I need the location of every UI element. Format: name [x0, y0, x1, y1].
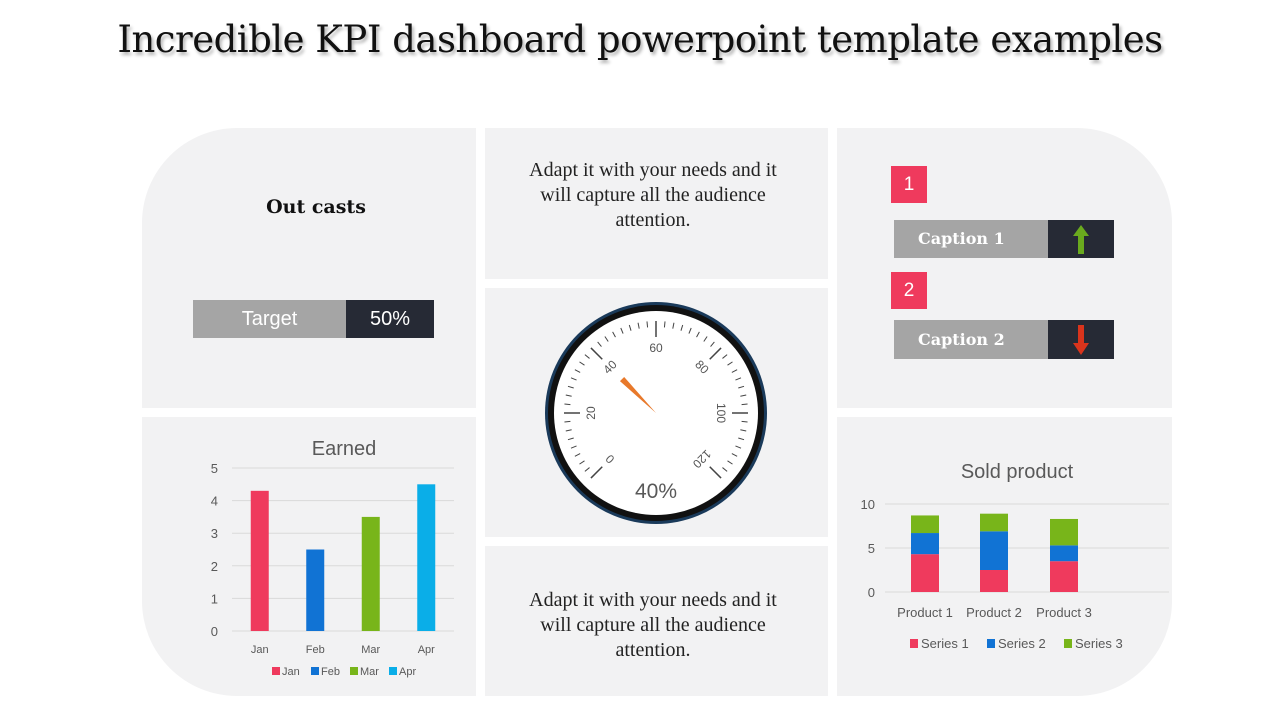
x-tick-label: Apr [418, 644, 435, 656]
chart-title: Earned [312, 438, 377, 460]
gauge-tick-label: 100 [714, 403, 728, 423]
legend-swatch [311, 667, 319, 675]
bar-jan [250, 490, 269, 631]
sold-product-chart: Sold product 0 5 10 Product 1 Product 2 Produc… [861, 461, 1169, 651]
caption-label-1: Caption 1 [894, 220, 1048, 258]
legend-label: Jan [282, 666, 300, 678]
bar-segment-series-2 [911, 533, 939, 555]
y-tick-label: 10 [861, 497, 875, 512]
x-tick-label: Product 1 [897, 605, 953, 620]
bar-segment-series-1 [1050, 561, 1078, 592]
target-value: 50% [346, 300, 434, 338]
text-bottom: Adapt it with your needs and it will cap… [529, 589, 777, 661]
dashboard: Out casts Target 50% Earned 0 1 2 3 4 5 Jan Feb M… [142, 128, 1172, 696]
legend-label: Feb [321, 666, 340, 678]
bar-feb [306, 549, 325, 631]
chart-title: Sold product [961, 461, 1074, 483]
legend-label: Series 3 [1075, 636, 1123, 651]
gauge-tick [663, 321, 666, 328]
earned-chart-panel: Earned 0 1 2 3 4 5 Jan Feb Mar Apr Jan Feb Mar Apr [142, 417, 476, 696]
legend-swatch [389, 667, 397, 675]
outcasts-heading: Out casts [266, 196, 366, 218]
bar-segment-series-1 [911, 554, 939, 592]
legend-swatch [272, 667, 280, 675]
earned-chart: Earned 0 1 2 3 4 5 Jan Feb Mar Apr Jan Feb Mar Apr [211, 438, 454, 678]
sold-chart-panel: Sold product 0 5 10 Product 1 Product 2 Produc… [837, 417, 1172, 696]
bar-segment-series-2 [1050, 545, 1078, 562]
bar-mar [361, 516, 380, 631]
legend-label: Series 2 [998, 636, 1046, 651]
legend-swatch [350, 667, 358, 675]
legend-swatch [1064, 639, 1072, 648]
y-tick-label: 2 [211, 559, 218, 574]
gauge-tick [741, 420, 748, 423]
caption-arrow-box-1 [1048, 220, 1114, 258]
gauge-tick [564, 420, 571, 423]
gauge: 02040608010012040% [545, 302, 767, 524]
page-title: Incredible KPI dashboard powerpoint temp… [117, 18, 1163, 61]
bar-segment-series-3 [911, 515, 939, 534]
y-tick-label: 0 [211, 624, 218, 639]
caption-number-1: 1 [891, 166, 927, 203]
legend-swatch [910, 639, 918, 648]
arrow-down-icon [1073, 325, 1089, 355]
gauge-panel: 0 20 40 60 80 100 120 40% [485, 288, 828, 537]
legend-swatch [987, 639, 995, 648]
x-tick-label: Product 2 [966, 605, 1022, 620]
text-panel-bottom: Adapt it with your needs and it will cap… [485, 546, 828, 696]
gauge-tick-label: 20 [584, 406, 598, 420]
y-tick-label: 5 [868, 541, 875, 556]
bar-segment-series-1 [980, 570, 1008, 592]
legend-label: Apr [399, 666, 416, 678]
gauge-tick [564, 403, 571, 406]
x-tick-label: Feb [306, 644, 325, 656]
legend-label: Series 1 [921, 636, 969, 651]
bar-segment-series-2 [980, 531, 1008, 570]
arrow-up-icon [1073, 225, 1089, 254]
y-tick-label: 1 [211, 591, 218, 606]
outcasts-panel: Out casts Target 50% [142, 128, 476, 408]
bar-segment-series-3 [980, 513, 1008, 532]
gauge-readout: 40% [635, 480, 677, 503]
captions-panel: 1 Caption 1 2 Caption 2 [837, 128, 1172, 408]
bar-apr [417, 484, 436, 631]
legend-label: Mar [360, 666, 379, 678]
caption-number-2: 2 [891, 272, 927, 309]
x-tick-label: Jan [251, 644, 269, 656]
y-tick-label: 0 [868, 585, 875, 600]
caption-arrow-box-2 [1048, 320, 1114, 359]
y-tick-label: 3 [211, 526, 218, 541]
bar-segment-series-3 [1050, 518, 1078, 546]
target-label: Target [193, 300, 346, 338]
y-tick-label: 4 [211, 494, 218, 509]
text-top: Adapt it with your needs and it will cap… [529, 159, 777, 231]
x-tick-label: Product 3 [1036, 605, 1092, 620]
y-tick-label: 5 [211, 461, 218, 476]
x-tick-label: Mar [361, 644, 380, 656]
caption-label-2: Caption 2 [894, 320, 1048, 359]
gauge-tick [741, 403, 748, 406]
gauge-tick [646, 321, 649, 328]
text-panel-top: Adapt it with your needs and it will cap… [485, 128, 828, 279]
gauge-tick-label: 60 [649, 341, 663, 355]
